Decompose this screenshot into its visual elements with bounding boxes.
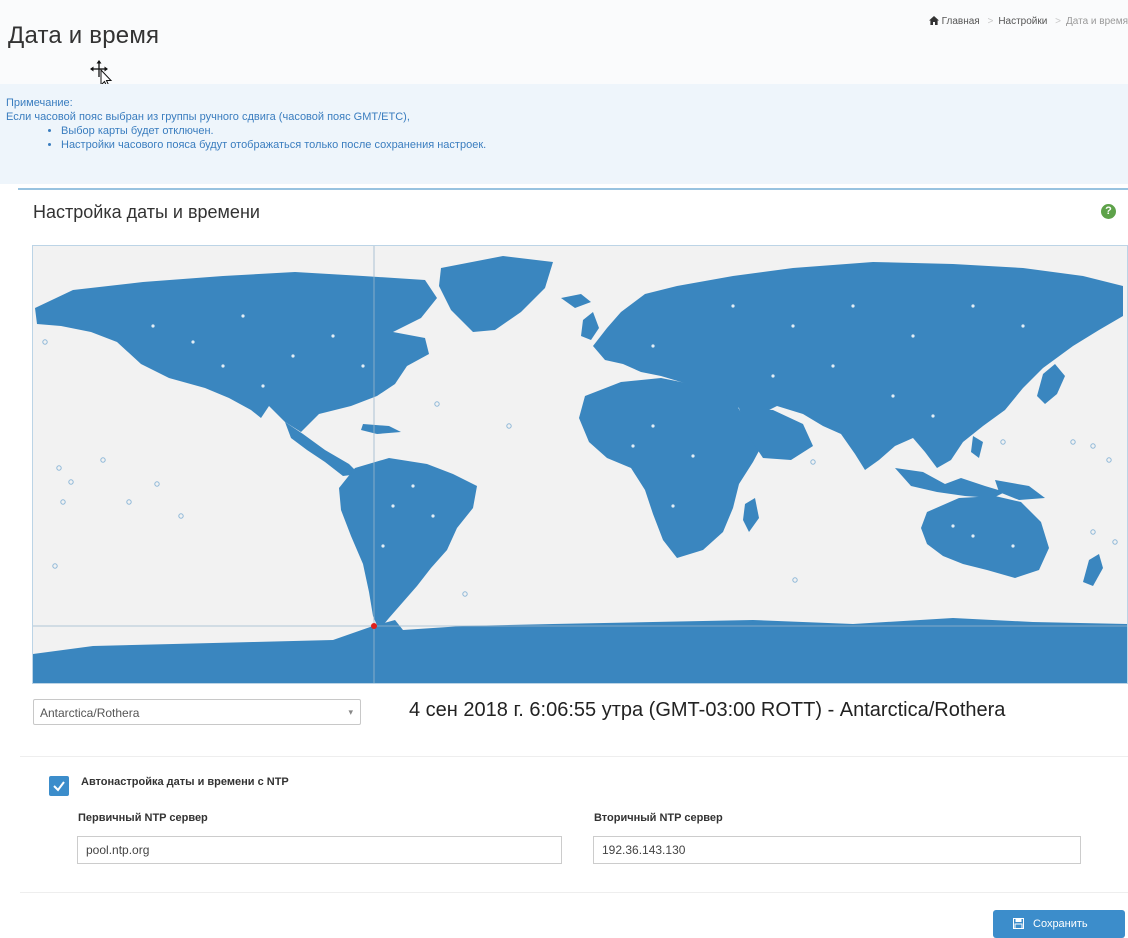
breadcrumb-settings[interactable]: Настройки: [998, 16, 1047, 27]
note-bullet: Настройки часового пояса будут отображат…: [61, 138, 486, 152]
chevron-down-icon: ▾: [348, 707, 353, 717]
ntp-checkbox[interactable]: [49, 776, 69, 796]
floppy-disk-icon: [1013, 918, 1024, 932]
panel-title: Настройка даты и времени: [33, 202, 260, 222]
page-title: Дата и время: [8, 22, 160, 49]
ntp-checkbox-label[interactable]: Автонастройка даты и времени с NTP: [81, 776, 289, 788]
timezone-map[interactable]: [32, 245, 1128, 684]
world-map[interactable]: [33, 246, 1127, 683]
breadcrumb-home[interactable]: Главная: [942, 16, 980, 27]
primary-ntp-label: Первичный NTP сервер: [78, 812, 208, 824]
note-bullet: Выбор карты будет отключен.: [61, 124, 486, 138]
divider: [20, 756, 1128, 757]
timezone-select[interactable]: Antarctica/Rothera ▾: [33, 699, 361, 725]
page-header: Дата и время Главная > Настройки > Дата и …: [0, 0, 1128, 88]
breadcrumb-separator: >: [1055, 16, 1061, 27]
note-text: Если часовой пояс выбран из группы ручно…: [6, 111, 410, 123]
timezone-select-value: Antarctica/Rothera: [40, 706, 140, 720]
save-button[interactable]: Сохранить: [993, 910, 1125, 938]
check-icon: [53, 781, 65, 792]
selected-location-marker: [371, 623, 377, 629]
home-icon: [928, 16, 939, 28]
breadcrumb: Главная > Настройки > Дата и время: [928, 16, 1128, 28]
question-circle-icon[interactable]: ?: [1101, 204, 1116, 219]
save-button-label: Сохранить: [1033, 918, 1088, 930]
divider: [20, 892, 1128, 893]
note-title: Примечание:: [6, 97, 73, 109]
breadcrumb-separator: >: [987, 16, 994, 27]
timezone-note: Примечание: Если часовой пояс выбран из …: [0, 84, 1128, 184]
breadcrumb-current: Дата и время: [1065, 16, 1128, 27]
secondary-ntp-input[interactable]: [593, 836, 1081, 864]
primary-ntp-input[interactable]: [77, 836, 562, 864]
panel-top-border: [18, 188, 1128, 190]
secondary-ntp-label: Вторичный NTP сервер: [594, 812, 723, 824]
note-list: Выбор карты будет отключен. Настройки ча…: [6, 124, 486, 152]
current-datetime: 4 сен 2018 г. 6:06:55 утра (GMT-03:00 RO…: [409, 699, 1006, 721]
